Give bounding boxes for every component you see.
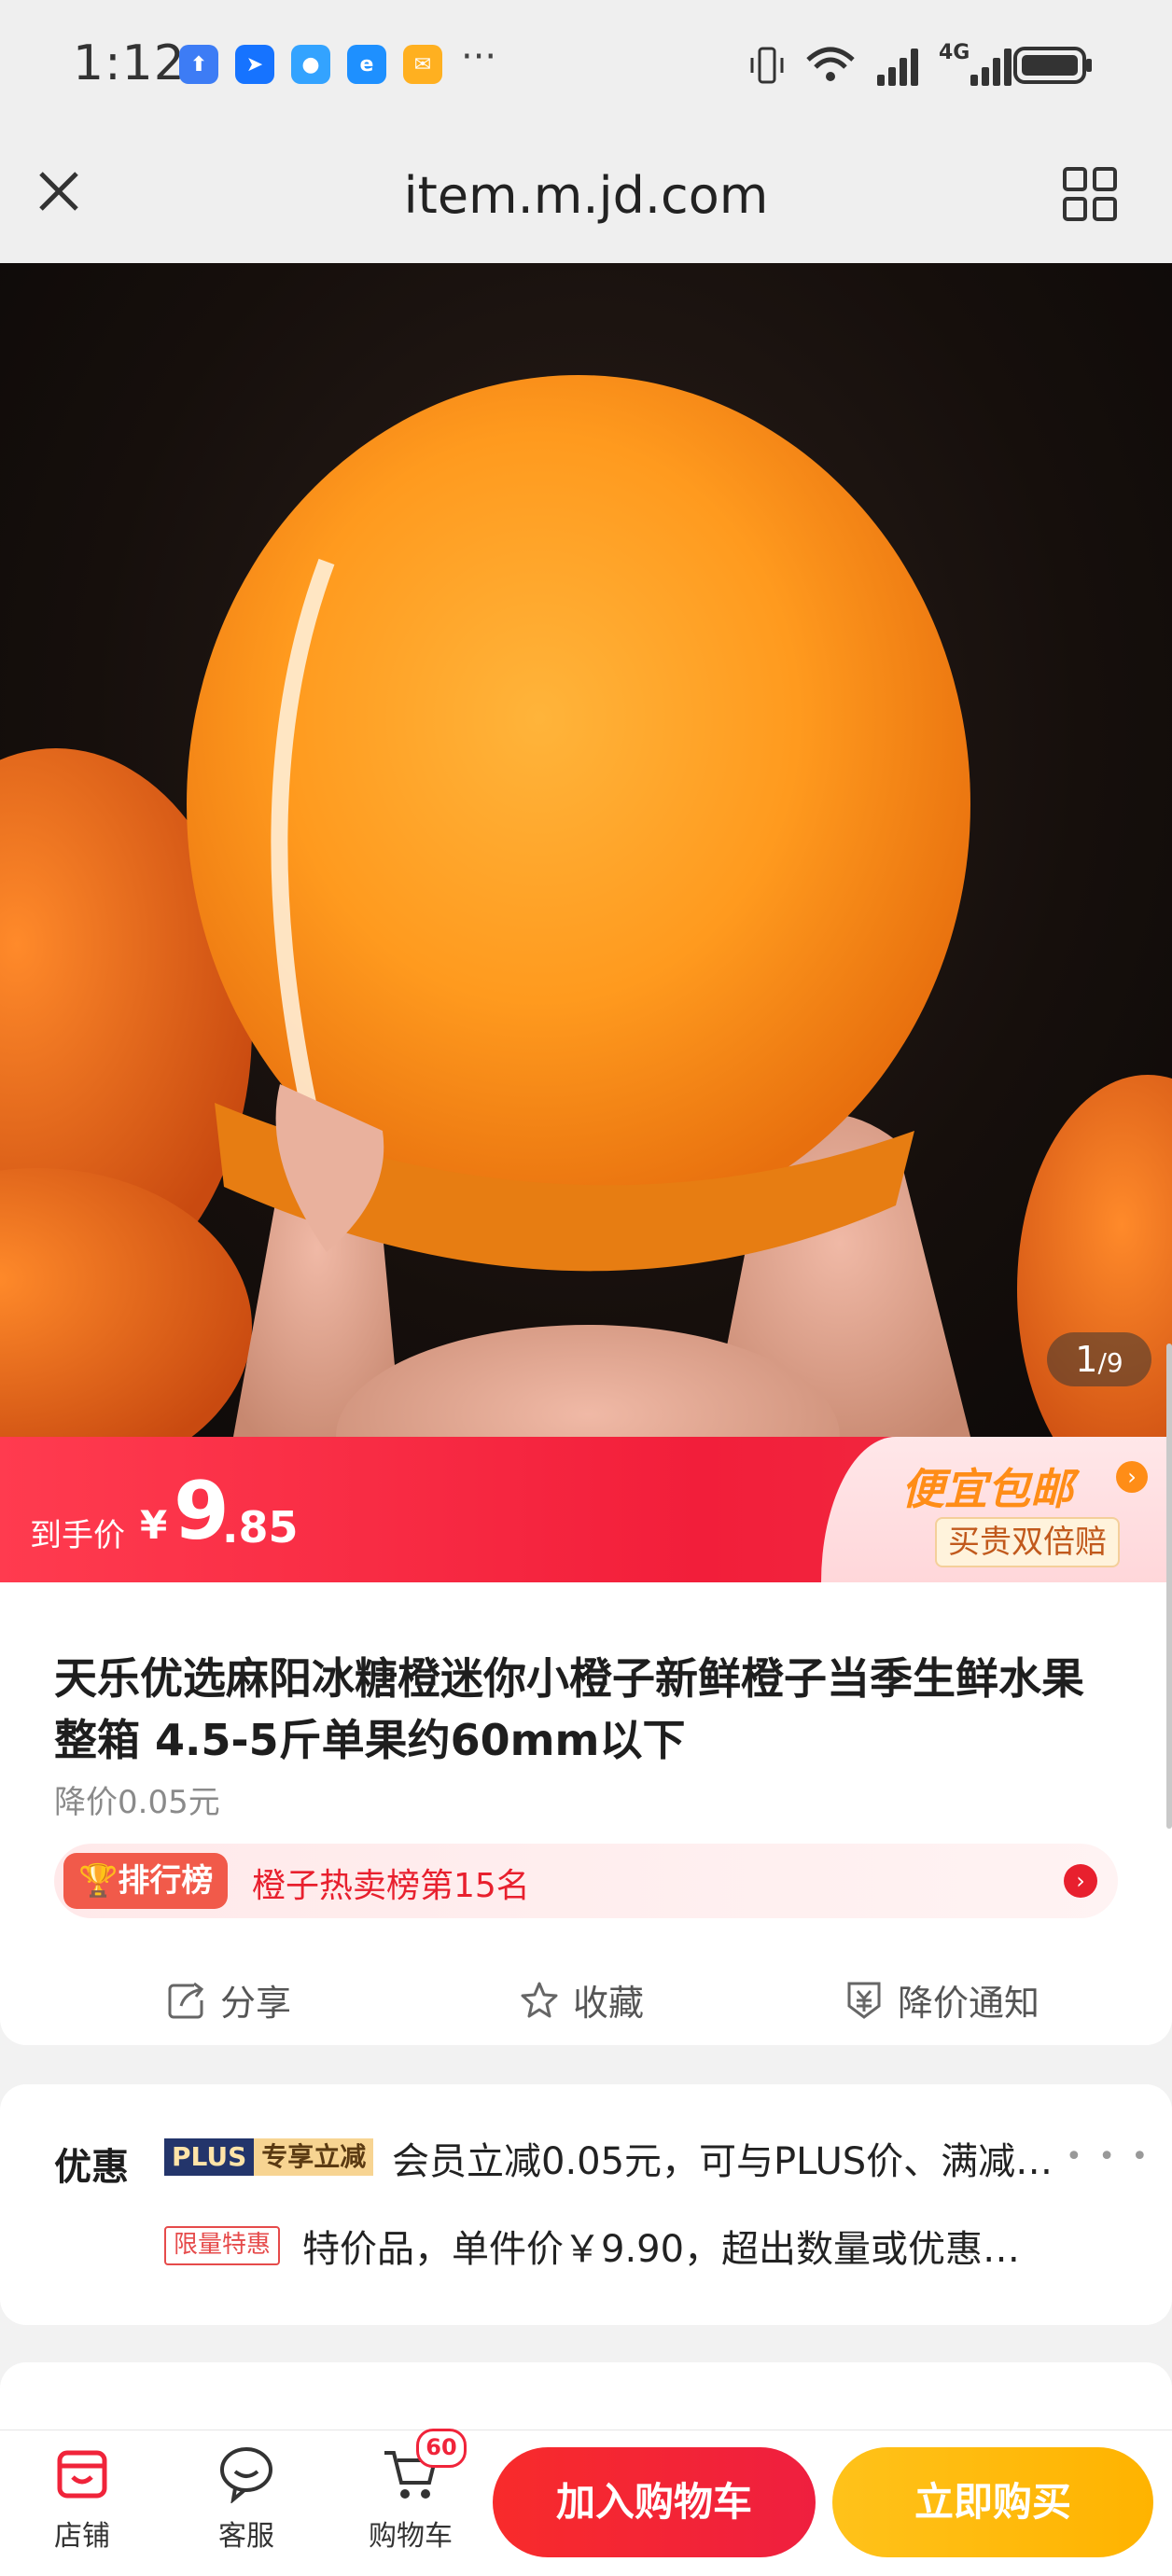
chevron-right-icon[interactable]: ›	[1116, 1461, 1148, 1493]
gallery-page-indicator: 1/9	[1047, 1332, 1151, 1386]
trophy-icon: 🏆	[78, 1862, 119, 1900]
price-guarantee-tag: 买贵双倍赔	[935, 1517, 1120, 1567]
discounts-card[interactable]: 优惠 PLUS 专享立减 会员立减0.05元，可与PLUS价、满减… • • •…	[0, 2084, 1172, 2325]
product-info-card: 天乐优选麻阳冰糖橙迷你小橙子新鲜橙子当季生鲜水果整箱 4.5-5斤单果约60mm…	[0, 1582, 1172, 2045]
price-currency: ¥	[140, 1502, 168, 1548]
ranking-text: 橙子热卖榜第15名	[252, 1867, 530, 1905]
browser-app-icon: e	[347, 45, 386, 84]
more-notifications: ···	[461, 35, 497, 78]
ranking-badge: 🏆排行榜	[63, 1853, 229, 1909]
battery-icon	[1013, 45, 1094, 86]
limited-offer-tag: 限量特惠	[164, 2226, 281, 2265]
signal-icon	[877, 47, 922, 86]
price-alert-label: 降价通知	[898, 1983, 1040, 2024]
shop-button[interactable]: 店铺	[17, 2444, 147, 2554]
cart-count-badge: 60	[416, 2429, 467, 2468]
special-price-text: 特价品，单件价￥9.90，超出数量或优惠…	[302, 2228, 1021, 2271]
add-to-cart-button[interactable]: 加入购物车	[493, 2447, 816, 2557]
favorite-button[interactable]: 收藏	[519, 1974, 644, 2026]
price-alert-icon	[847, 1982, 881, 2019]
url-text[interactable]: item.m.jd.com	[0, 166, 1172, 225]
customer-service-label: 客服	[218, 2520, 274, 2553]
price-alert-button[interactable]: 降价通知	[844, 1974, 1039, 2026]
signal-icon-2	[970, 47, 1015, 86]
bottom-action-bar: 店铺 客服 购物车 60 加入购物车 立即购买	[0, 2429, 1172, 2576]
plus-tag: PLUS	[164, 2138, 255, 2176]
shop-label: 店铺	[54, 2520, 110, 2553]
discounts-heading: 优惠	[54, 2146, 129, 2189]
more-dots-icon[interactable]: • • •	[1066, 2140, 1151, 2173]
browser-toolbar: item.m.jd.com	[0, 140, 1172, 263]
share-icon	[168, 1982, 204, 2018]
plus-subtag: 专享立减	[254, 2138, 374, 2176]
share-button[interactable]: 分享	[166, 1974, 291, 2026]
plus-badge: PLUS 专享立减	[164, 2138, 374, 2176]
chevron-right-icon[interactable]: ›	[1064, 1864, 1097, 1898]
price-banner: 到手价 ¥ 9 .85 便宜包邮 › 买贵双倍赔	[0, 1437, 1172, 1582]
shop-icon	[57, 2450, 107, 2499]
network-type: 4G	[939, 41, 970, 64]
wifi-icon	[802, 41, 858, 86]
star-icon	[521, 1982, 558, 2017]
price-decimal: .85	[222, 1502, 299, 1553]
status-time: 1:12	[73, 35, 186, 91]
favorite-label: 收藏	[573, 1983, 645, 2024]
product-image[interactable]: 1/9	[0, 263, 1172, 1437]
buy-now-button[interactable]: 立即购买	[832, 2447, 1153, 2557]
price-drop-note: 降价0.05元	[54, 1784, 220, 1821]
grid-icon[interactable]	[1062, 166, 1118, 222]
share-label: 分享	[220, 1983, 292, 2024]
member-discount-text: 会员立减0.05元，可与PLUS价、满减…	[392, 2140, 1053, 2183]
upload-app-icon: ⬆	[179, 45, 218, 84]
scrollbar[interactable]	[1166, 1344, 1172, 1829]
product-title: 天乐优选麻阳冰糖橙迷你小橙子新鲜橙子当季生鲜水果整箱 4.5-5斤单果约60mm…	[54, 1653, 1084, 1765]
cart-label: 购物车	[369, 2520, 453, 2553]
final-price-label: 到手价	[30, 1517, 125, 1554]
orange-photo	[0, 375, 1172, 1437]
chat-bubble-icon	[220, 2447, 272, 2504]
free-shipping-promo[interactable]: 便宜包邮	[901, 1455, 1073, 1517]
ranking-badge-label: 排行榜	[118, 1862, 214, 1900]
price-integer: 9	[174, 1465, 230, 1558]
status-bar: 1:12 ⬆ ➤ ● e ✉ ··· 4G	[0, 0, 1172, 140]
ranking-bar[interactable]: 🏆排行榜 橙子热卖榜第15名 ›	[54, 1844, 1118, 1918]
arrow-app-icon: ➤	[235, 45, 274, 84]
customer-service-button[interactable]: 客服	[181, 2444, 312, 2554]
vibrate-icon	[748, 45, 786, 86]
mail-app-icon: ✉	[403, 45, 442, 84]
chat-app-icon: ●	[291, 45, 330, 84]
